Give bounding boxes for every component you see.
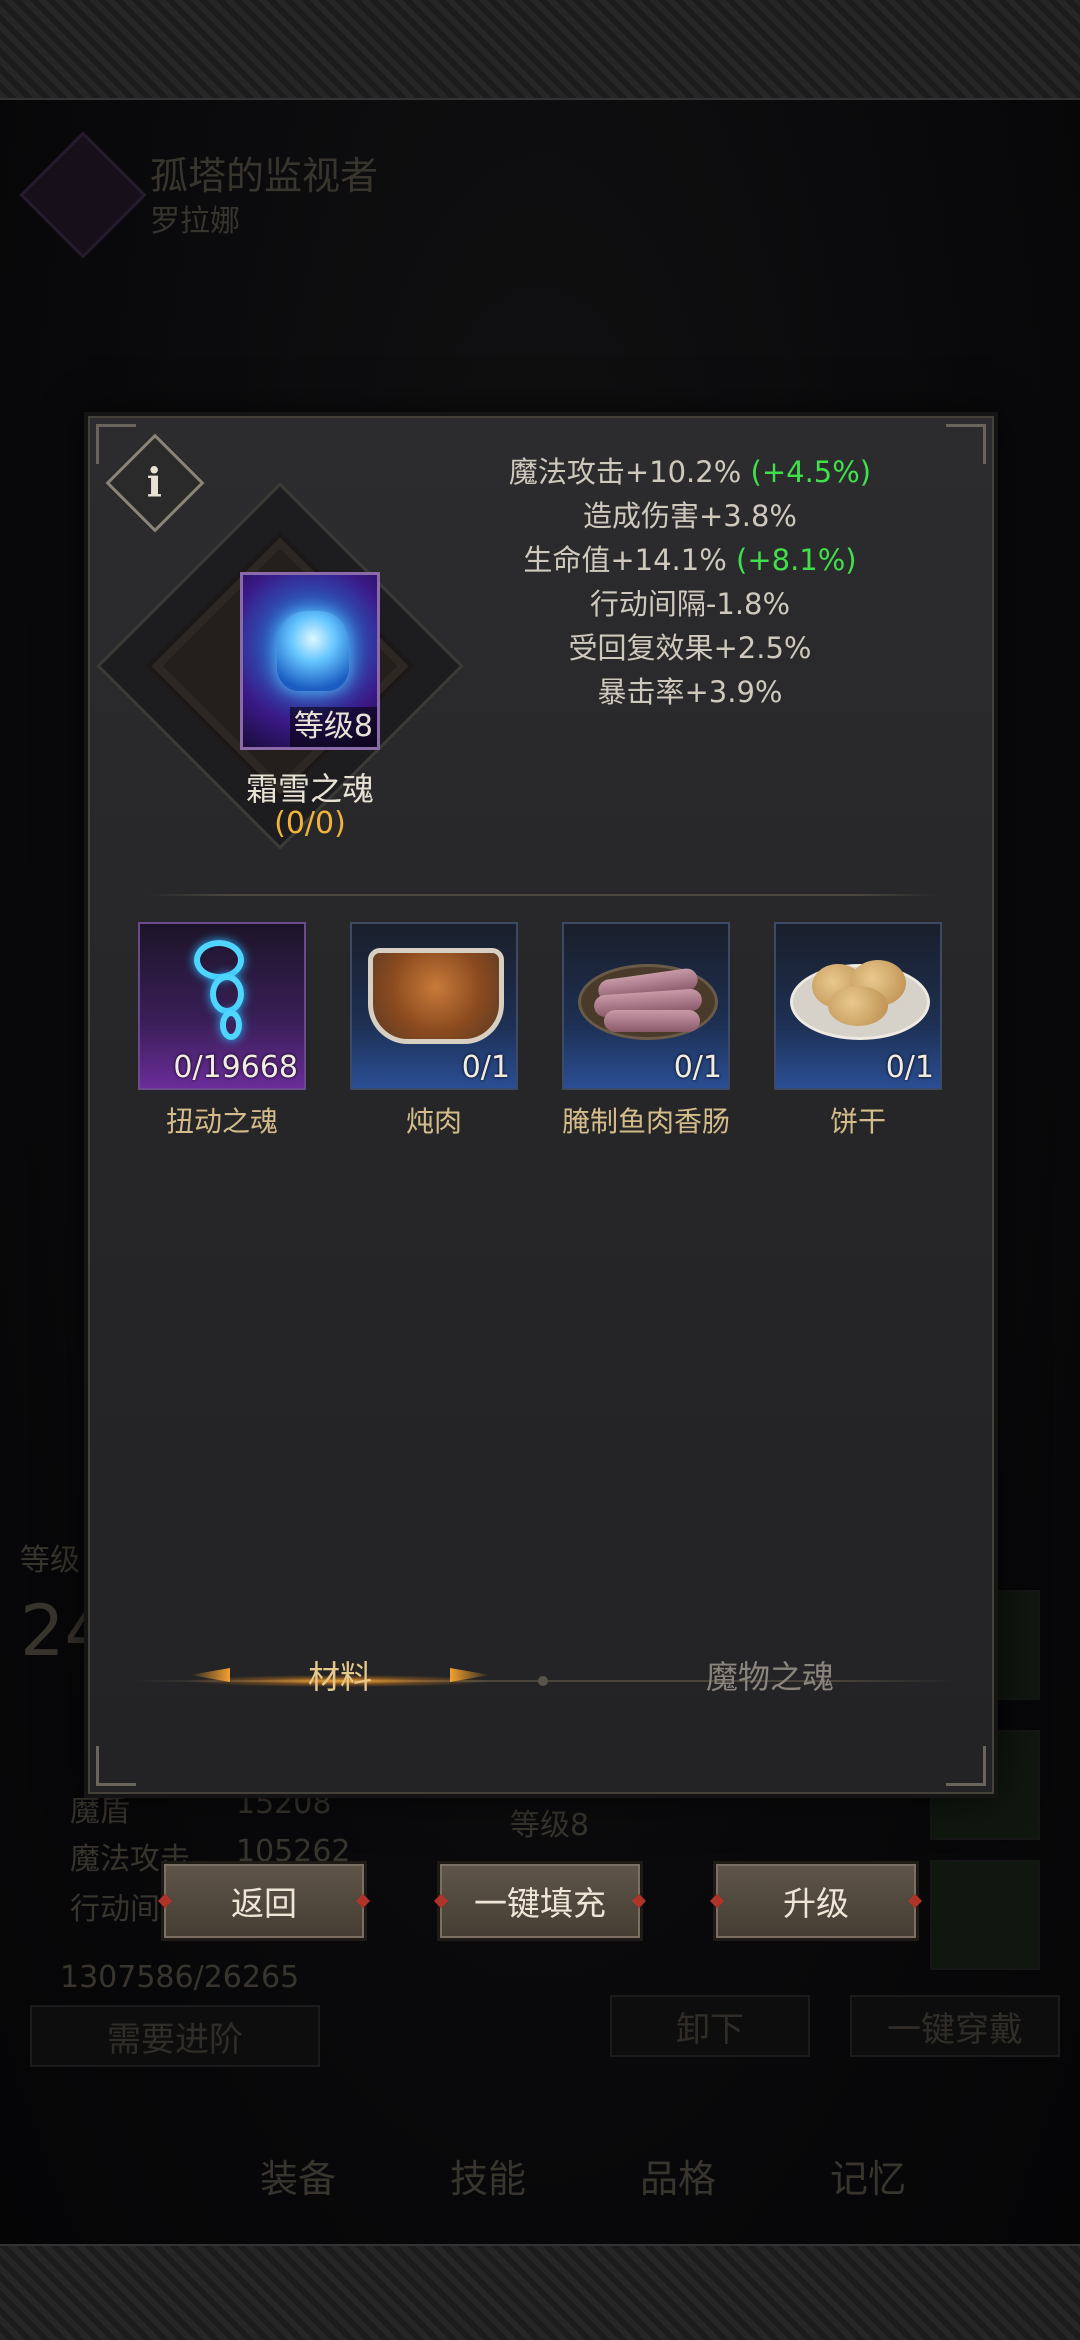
soul-upgrade-panel: i 等级8 霜雪之魂 (0/0) 魔法攻击+10.2% (+4.5%) 造成伤害… bbox=[88, 416, 994, 1794]
auto-fill-button[interactable]: 一键填充 bbox=[440, 1864, 640, 1938]
soul-count: (0/0) bbox=[274, 806, 346, 841]
material-name: 腌制鱼肉香肠 bbox=[562, 1105, 731, 1138]
material-item[interactable]: 0/19668 扭动之魂 bbox=[138, 922, 306, 1140]
panel-corner-ornament bbox=[96, 1746, 136, 1786]
material-qty: 0/19668 bbox=[173, 1050, 298, 1085]
panel-corner-ornament bbox=[946, 1746, 986, 1786]
stat-bonus: (+4.5%) bbox=[750, 455, 872, 489]
stat-line: 造成伤害+3.8% bbox=[583, 499, 797, 533]
stat-line: 暴击率+3.9% bbox=[597, 675, 783, 709]
material-qty: 0/1 bbox=[461, 1050, 510, 1085]
bottom-frame bbox=[0, 2244, 1080, 2340]
back-button[interactable]: 返回 bbox=[164, 1864, 364, 1938]
soul-name: 霜雪之魂 bbox=[245, 770, 374, 808]
stew-icon: 0/1 bbox=[350, 922, 518, 1090]
frost-helm-icon bbox=[277, 611, 349, 691]
twisting-soul-icon: 0/19668 bbox=[138, 922, 306, 1090]
tab-monster-souls[interactable]: 魔物之魂 bbox=[650, 1652, 890, 1698]
stat-line: 生命值+14.1% (+8.1%) bbox=[523, 543, 857, 577]
material-list: 0/19668 扭动之魂 0/1 炖肉 0/1 腌制鱼肉香肠 0/1 饼干 bbox=[138, 922, 948, 1152]
soul-portrait[interactable]: 等级8 bbox=[240, 572, 380, 750]
material-item[interactable]: 0/1 腌制鱼肉香肠 bbox=[562, 922, 730, 1140]
material-name: 炖肉 bbox=[405, 1105, 462, 1138]
material-item[interactable]: 0/1 炖肉 bbox=[350, 922, 518, 1140]
panel-corner-ornament bbox=[946, 424, 986, 464]
stat-line: 受回复效果+2.5% bbox=[568, 631, 812, 665]
biscuit-icon: 0/1 bbox=[774, 922, 942, 1090]
stat-line: 魔法攻击+10.2% (+4.5%) bbox=[508, 455, 872, 489]
soul-level-badge: 等级8 bbox=[289, 707, 377, 747]
section-divider bbox=[148, 894, 938, 896]
info-icon: i bbox=[147, 459, 163, 507]
tab-separator-dot bbox=[538, 1676, 548, 1686]
stat-bonus-list: 魔法攻击+10.2% (+4.5%) 造成伤害+3.8% 生命值+14.1% (… bbox=[470, 450, 910, 714]
stat-line: 行动间隔-1.8% bbox=[589, 587, 791, 621]
sausage-icon: 0/1 bbox=[562, 922, 730, 1090]
top-frame bbox=[0, 0, 1080, 100]
stat-bonus: (+8.1%) bbox=[736, 543, 857, 577]
tab-materials[interactable]: 材料 bbox=[220, 1652, 460, 1698]
material-name: 扭动之魂 bbox=[165, 1105, 278, 1138]
material-qty: 0/1 bbox=[885, 1050, 934, 1085]
material-name: 饼干 bbox=[829, 1105, 886, 1138]
material-item[interactable]: 0/1 饼干 bbox=[774, 922, 942, 1140]
upgrade-button[interactable]: 升级 bbox=[716, 1864, 916, 1938]
material-qty: 0/1 bbox=[673, 1050, 722, 1085]
